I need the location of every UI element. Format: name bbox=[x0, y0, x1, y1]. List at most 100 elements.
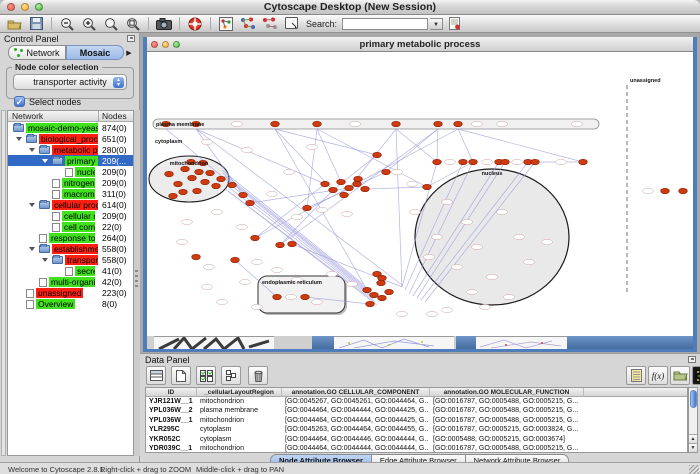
node-label-oval[interactable] bbox=[182, 219, 193, 224]
node-label-oval[interactable] bbox=[342, 211, 353, 216]
import-attributes-icon[interactable] bbox=[670, 366, 690, 385]
node-label-oval[interactable] bbox=[307, 144, 318, 149]
select-attributes-icon[interactable] bbox=[146, 366, 166, 385]
tree-node-label[interactable]: multi-organism pro bbox=[49, 277, 95, 287]
node-label-oval[interactable] bbox=[212, 209, 223, 214]
network-node[interactable] bbox=[192, 254, 201, 259]
tab-overflow-arrow-icon[interactable]: ▶ bbox=[124, 45, 134, 60]
network-node[interactable] bbox=[217, 176, 226, 181]
tree-row-response-to-stimulu[interactable]: response to stimulu264(0) bbox=[8, 232, 133, 243]
node-label-oval[interactable] bbox=[252, 259, 263, 264]
network-node[interactable] bbox=[181, 166, 190, 171]
expander-icon[interactable] bbox=[29, 203, 35, 207]
node-label-oval[interactable] bbox=[202, 284, 213, 289]
table-row[interactable]: YLR295Ccytoplasm[GO:0045263, GO:0044464,… bbox=[146, 425, 687, 434]
network-node[interactable] bbox=[174, 181, 183, 186]
node-label-oval[interactable] bbox=[204, 264, 215, 269]
node-label-oval[interactable] bbox=[272, 267, 283, 272]
network-node[interactable] bbox=[469, 159, 478, 164]
node-label-oval[interactable] bbox=[462, 219, 473, 224]
network-node[interactable] bbox=[179, 189, 188, 194]
network-node[interactable] bbox=[212, 183, 221, 188]
network-node[interactable] bbox=[276, 242, 285, 247]
network-node[interactable] bbox=[201, 179, 210, 184]
search-input[interactable] bbox=[342, 18, 428, 30]
network-node[interactable] bbox=[361, 186, 370, 191]
tab-mosaic[interactable]: Mosaic bbox=[66, 45, 124, 60]
network-node[interactable] bbox=[353, 181, 362, 186]
network-node[interactable] bbox=[340, 192, 349, 197]
table-row[interactable]: YDR039C__1mitochondrion[GO:0044464, GO:0… bbox=[146, 444, 687, 453]
network-node[interactable] bbox=[165, 171, 174, 176]
network-node[interactable] bbox=[337, 179, 346, 184]
node-label-oval[interactable] bbox=[240, 279, 251, 284]
network-node[interactable] bbox=[366, 301, 375, 306]
column-header[interactable]: annotation.GO MOLECULAR_FUNCTION bbox=[430, 388, 584, 397]
node-label-oval[interactable] bbox=[497, 121, 508, 126]
network-node[interactable] bbox=[363, 287, 372, 292]
zoom-out-icon[interactable] bbox=[57, 16, 77, 32]
matrix-view-icon[interactable] bbox=[692, 366, 700, 385]
node-label-oval[interactable] bbox=[480, 304, 491, 309]
resize-grip[interactable] bbox=[689, 465, 699, 474]
node-label-oval[interactable] bbox=[504, 294, 515, 299]
node-label-oval[interactable] bbox=[292, 214, 303, 219]
node-label-oval[interactable] bbox=[472, 244, 483, 249]
scroll-up-icon[interactable]: ▲ bbox=[689, 434, 697, 443]
tree-row-nitrogen-compo[interactable]: nitrogen compo209(0) bbox=[8, 177, 133, 188]
node-label-oval[interactable] bbox=[487, 274, 498, 279]
expander-icon[interactable] bbox=[42, 258, 48, 262]
network-node[interactable] bbox=[251, 235, 260, 240]
open-file-icon[interactable] bbox=[4, 16, 24, 32]
formula-builder-icon[interactable]: f(x) bbox=[648, 366, 668, 385]
attribute-batch-editor-icon[interactable] bbox=[626, 366, 646, 385]
tree-row-transport[interactable]: transport558(0) bbox=[8, 254, 133, 265]
network-node[interactable] bbox=[239, 192, 248, 197]
tree-node-label[interactable]: biological_process bbox=[39, 134, 98, 144]
tree-row-cellular-process[interactable]: cellular process614(0) bbox=[8, 199, 133, 210]
take-snapshot-icon[interactable] bbox=[154, 16, 174, 32]
table-row[interactable]: YPL036W__1mitochondrion[GO:0044464, GO:0… bbox=[146, 416, 687, 425]
network-node[interactable] bbox=[531, 159, 540, 164]
network-node[interactable] bbox=[271, 121, 280, 126]
attribute-table[interactable]: ID_cellularLayoutRegionannotation.GO CEL… bbox=[145, 387, 688, 453]
tree-node-label[interactable]: transport bbox=[65, 255, 98, 265]
node-label-oval[interactable] bbox=[202, 139, 213, 144]
node-label-oval[interactable] bbox=[312, 299, 323, 304]
network-node[interactable] bbox=[206, 170, 215, 175]
network-node[interactable] bbox=[501, 159, 510, 164]
node-label-oval[interactable] bbox=[556, 159, 567, 164]
tree-scrollbar[interactable] bbox=[1, 110, 6, 456]
node-label-oval[interactable] bbox=[482, 159, 493, 164]
node-label-oval[interactable] bbox=[242, 147, 253, 152]
tree-node-label[interactable]: macromolecule bbox=[62, 189, 95, 199]
node-color-dropdown[interactable]: transporter activity ▲▼ bbox=[13, 74, 127, 90]
tree-row-metabolic-process[interactable]: metabolic process280(0) bbox=[8, 144, 133, 155]
destroy-network-view-icon[interactable] bbox=[260, 16, 280, 32]
network-node[interactable] bbox=[679, 188, 688, 193]
network-canvas[interactable]: plasma membranecytoplasmmitochondrionnuc… bbox=[147, 52, 693, 336]
expander-icon[interactable] bbox=[29, 247, 35, 251]
select-nodes-checkbox[interactable]: ✓ bbox=[14, 96, 25, 107]
node-label-oval[interactable] bbox=[497, 209, 508, 214]
node-label-oval[interactable] bbox=[467, 289, 478, 294]
search-dropdown-arrow-icon[interactable]: ▼ bbox=[430, 18, 443, 30]
network-node[interactable] bbox=[373, 152, 382, 157]
network-node[interactable] bbox=[433, 159, 442, 164]
tree-node-label[interactable]: Overview bbox=[36, 299, 75, 309]
expander-icon[interactable] bbox=[16, 137, 22, 141]
node-label-oval[interactable] bbox=[432, 234, 443, 239]
network-node[interactable] bbox=[246, 200, 255, 205]
node-label-oval[interactable] bbox=[442, 307, 453, 312]
node-label-oval[interactable] bbox=[327, 271, 338, 276]
expander-icon[interactable] bbox=[42, 159, 48, 163]
save-session-icon[interactable] bbox=[26, 16, 46, 32]
scroll-down-icon[interactable]: ▼ bbox=[689, 443, 697, 452]
tree-row-primary-metabo[interactable]: primary metabo209(... bbox=[8, 155, 133, 166]
node-label-oval[interactable] bbox=[572, 121, 583, 126]
tree-node-label[interactable]: establishment of lo bbox=[52, 244, 98, 254]
node-label-oval[interactable] bbox=[392, 169, 403, 174]
help-icon[interactable] bbox=[185, 16, 205, 32]
tree-node-label[interactable]: nucleobase- bbox=[75, 167, 95, 177]
tree-row-multi-organism-pro[interactable]: multi-organism pro42(0) bbox=[8, 276, 133, 287]
